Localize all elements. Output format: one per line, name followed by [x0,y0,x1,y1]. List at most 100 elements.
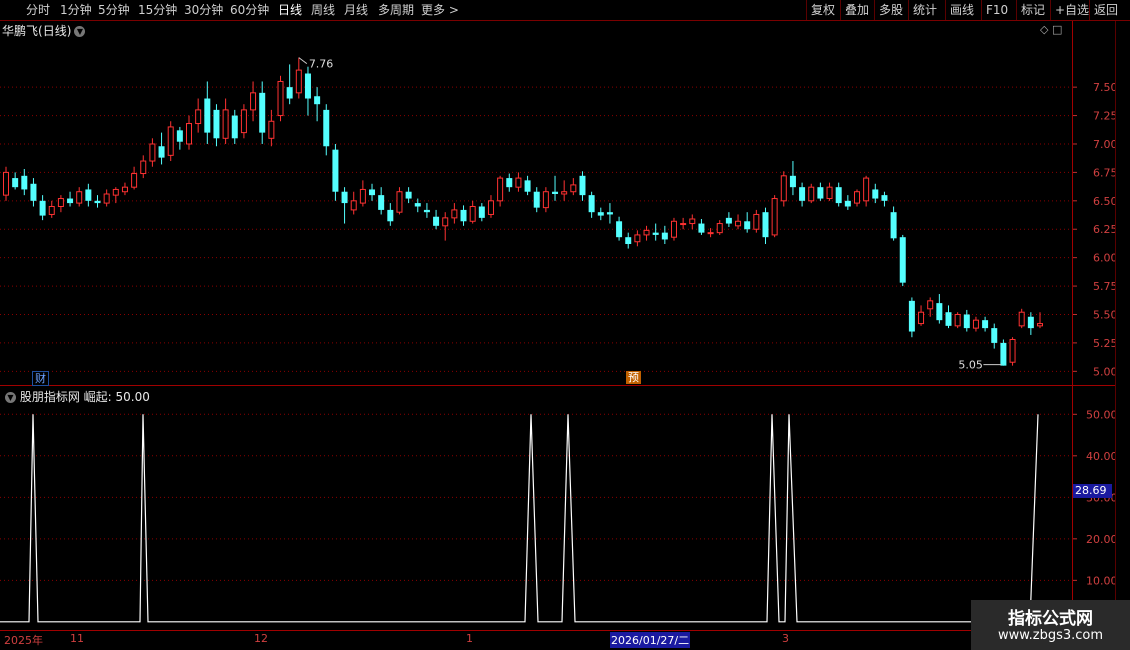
candle-body [213,109,220,139]
candle-body [341,191,348,204]
candle-body [899,237,906,283]
candle-body [1037,323,1043,327]
period-tab-1[interactable]: 1分钟 [60,0,92,20]
candle-body [982,320,989,329]
candle-body [259,92,266,133]
candle-body [30,183,37,201]
date-year: 2025年 [4,634,43,647]
period-tab-6[interactable]: 日线 [278,0,302,20]
period-tab-2[interactable]: 5分钟 [98,0,130,20]
price-tick-label: 5.25 [1093,337,1118,350]
toolbar-button-0[interactable]: 复权 [806,0,839,20]
indicator-tick-label: 40.00 [1086,450,1118,463]
candle-body [936,303,943,321]
watermark: 指标公式网 www.zbgs3.com [971,600,1130,650]
date-cursor: 2026/01/27/二 [610,632,691,648]
candle-body [57,198,64,208]
candle-body [323,109,330,147]
price-tick-label: 5.00 [1093,365,1118,378]
candle-body [94,200,101,204]
candle-body [606,212,613,215]
date-axis: 2025年 11 12 1 2026/01/27/二 3 [0,630,1072,648]
period-tab-3[interactable]: 15分钟 [138,0,177,20]
candle-body [103,193,110,204]
candle-body [634,234,641,243]
toolbar-button-4[interactable]: 画线 [945,0,978,20]
candle-body [954,313,961,327]
candlestick-chart[interactable]: 5.00 5.25 5.50 5.75 6.00 6.25 6.50 6.75 7.00 7.25… [0,21,1130,385]
candle-body [21,175,28,190]
finance-tag[interactable]: 财 [32,371,49,386]
candle-body [533,191,540,208]
candle-body [744,221,751,230]
candle-body [433,216,440,226]
price-tick-label: 6.25 [1093,223,1118,236]
period-tab-4[interactable]: 30分钟 [184,0,223,20]
candle-body [1009,338,1016,363]
period-tab-0[interactable]: 分时 [26,0,50,20]
toolbar-button-2[interactable]: 多股 [874,0,907,20]
candle-body [442,217,449,227]
candle-body [643,229,650,236]
candle-body [359,188,366,204]
candle-body [817,187,824,199]
candle-body [176,130,183,142]
candle-body [195,109,202,125]
right-side-strip[interactable] [1115,21,1130,633]
candle-body [972,319,979,329]
toolbar-button-1[interactable]: 叠加 [840,0,873,20]
period-tab-10[interactable]: 更多 > [421,0,459,20]
period-tab-9[interactable]: 多周期 [378,0,414,20]
candle-body [762,212,769,238]
indicator-current-value: 28.69 [1073,484,1112,498]
candle-body [67,198,74,204]
candle-body [140,160,147,175]
high-marker [298,57,308,64]
candle-body [378,195,385,210]
candle-body [735,220,742,227]
price-axis-divider [1072,21,1073,633]
candle-body [625,237,632,245]
candle-body [277,80,284,117]
candle-body [121,186,128,193]
period-tab-7[interactable]: 周线 [311,0,335,20]
period-tab-5[interactable]: 60分钟 [230,0,269,20]
indicator-tick-label: 10.00 [1086,574,1118,587]
candle-body [808,186,815,202]
candle-body [295,69,302,94]
candle-body [469,206,476,222]
high-price-label: 7.76 [309,58,334,71]
candle-body [552,191,559,194]
watermark-title: 指标公式网 [1008,609,1093,629]
toolbar-button-3[interactable]: 统计 [908,0,941,20]
candle-body [799,187,806,201]
period-tab-8[interactable]: 月线 [344,0,368,20]
candle-body [451,209,458,219]
candle-body [707,232,714,235]
toolbar-button-8[interactable]: 返回 [1089,0,1122,20]
candle-body [963,314,970,329]
candle-body [497,177,504,202]
toolbar-button-5[interactable]: F10 [981,0,1012,20]
forecast-tag[interactable]: 预 [626,371,641,384]
toolbar-button-6[interactable]: 标记 [1016,0,1049,20]
candle-body [396,191,403,213]
candle-body [186,123,193,145]
candle-body [167,126,174,156]
candle-body [524,180,531,192]
candle-body [304,73,311,99]
candle-body [927,300,934,310]
toolbar-button-7[interactable]: +自选 [1050,0,1093,20]
candle-body [350,200,357,211]
candle-body [39,200,46,216]
candle-body [780,175,787,202]
candle-body [332,149,339,192]
candle-body [561,191,568,195]
indicator-chart[interactable]: 10.0020.0030.0040.0050.00 [0,386,1130,632]
candle-body [689,218,696,225]
indicator-tick-label: 50.00 [1086,408,1118,421]
candle-body [918,311,925,325]
candle-body [405,191,412,199]
date-month-1: 1 [466,632,473,645]
toolbar: 分时 1分钟 5分钟 15分钟 30分钟 60分钟 日线 周线 月线 多周期 更多 > 复权 叠加 多股统… [0,0,1130,21]
